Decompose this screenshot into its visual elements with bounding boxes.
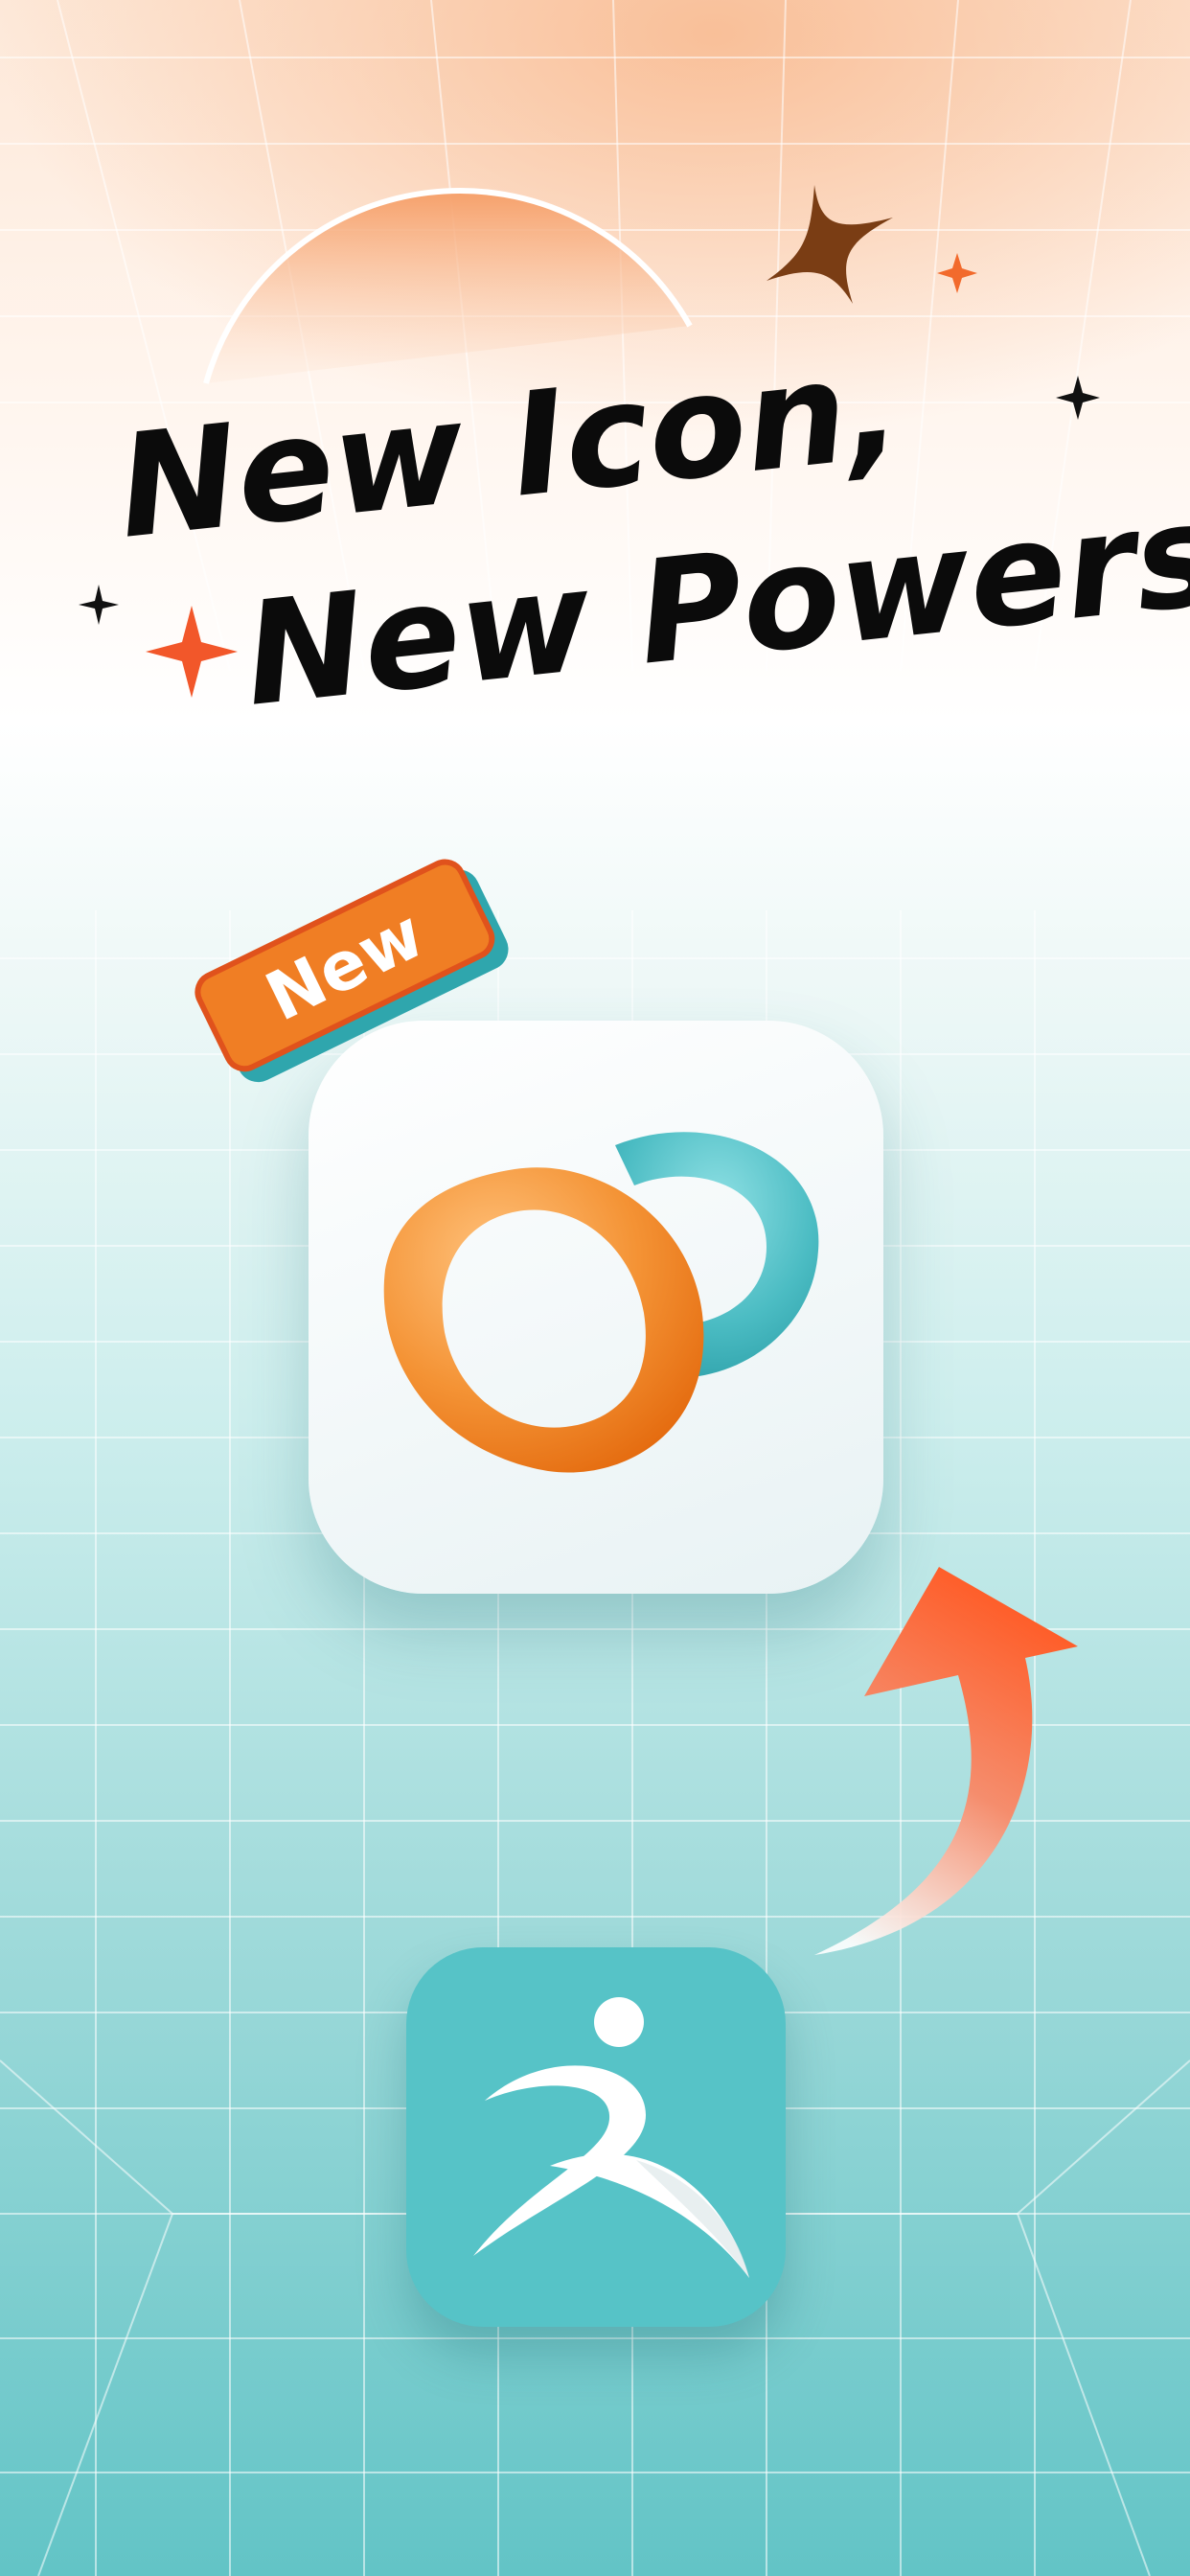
headline: New Icon, New Powers! bbox=[111, 324, 1190, 738]
curved-up-arrow-icon bbox=[814, 1567, 1078, 1955]
two-rings-icon bbox=[383, 1132, 819, 1473]
promo-screen: New Icon, New Powers! New bbox=[0, 0, 1190, 2576]
dancing-figure-icon bbox=[473, 1997, 749, 2278]
old-app-icon bbox=[406, 1947, 786, 2327]
new-app-icon bbox=[309, 1021, 883, 1594]
